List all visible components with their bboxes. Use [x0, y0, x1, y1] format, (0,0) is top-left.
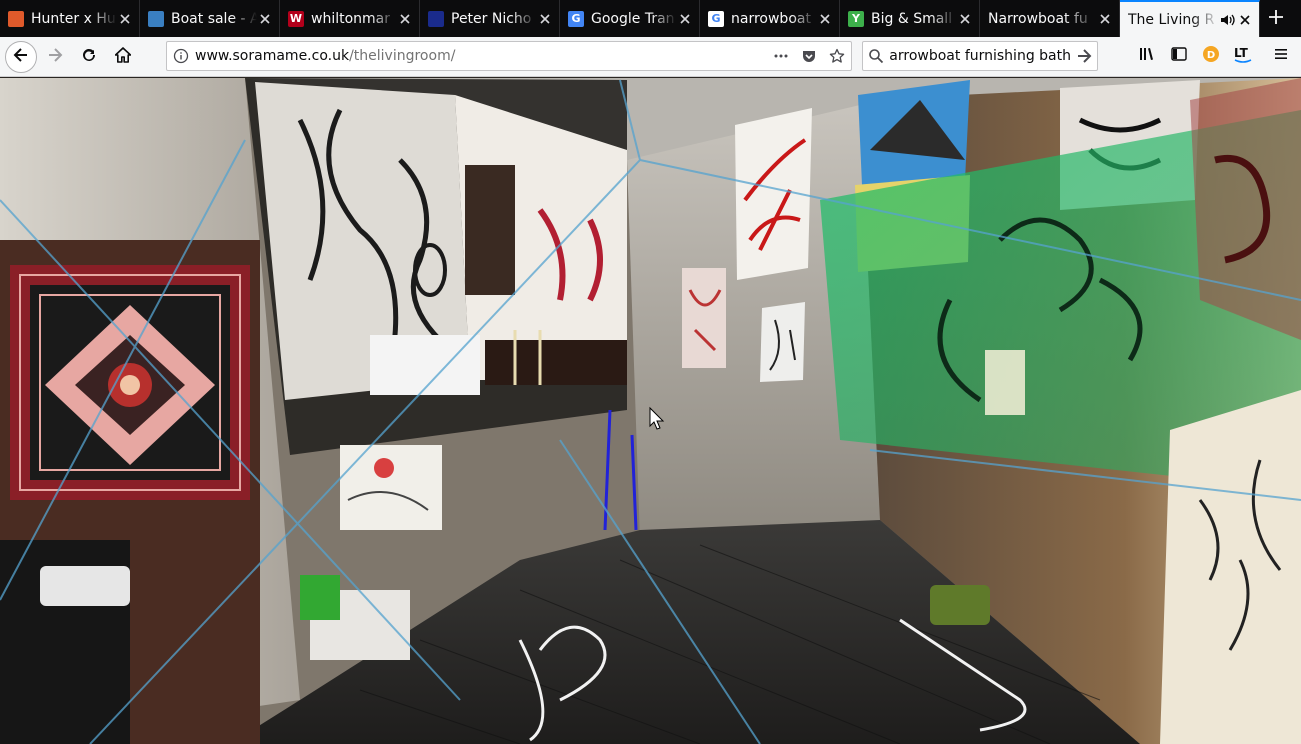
- hamburger-menu-icon: [1273, 46, 1289, 66]
- tab-title: Narrowboat fu: [988, 10, 1088, 27]
- tab-title: Hunter x Hu: [31, 10, 116, 27]
- languagetool-button[interactable]: LT: [1227, 41, 1259, 71]
- svg-text:D: D: [1207, 50, 1215, 61]
- right-painted-panel: [1160, 390, 1301, 744]
- reload-button[interactable]: [73, 41, 105, 73]
- search-input[interactable]: [889, 48, 1071, 64]
- tab-title: Big & Small: [871, 10, 953, 27]
- close-tab-icon[interactable]: [1097, 11, 1113, 27]
- forward-arrow-icon: [47, 47, 63, 67]
- site-info-icon[interactable]: [167, 48, 195, 64]
- close-tab-icon[interactable]: [677, 11, 693, 27]
- webgl-room-viewport[interactable]: [0, 78, 1301, 744]
- speaker-icon[interactable]: [1219, 12, 1235, 28]
- search-go-arrow-icon[interactable]: [1071, 48, 1097, 64]
- tab-4[interactable]: Peter Nicho: [420, 0, 560, 37]
- projector: [40, 566, 130, 606]
- menu-button[interactable]: [1265, 41, 1297, 71]
- tab-title: Google Tran: [591, 10, 675, 27]
- extension-coin-icon: D: [1202, 45, 1220, 67]
- url-bar[interactable]: www.soramame.co.uk/thelivingroom/: [166, 41, 852, 71]
- back-arrow-icon: [13, 47, 29, 67]
- reload-icon: [81, 47, 97, 67]
- close-tab-icon[interactable]: [1237, 12, 1253, 28]
- sidebar-button[interactable]: [1163, 41, 1195, 71]
- navigation-toolbar: www.soramame.co.uk/thelivingroom/ narrow…: [0, 37, 1301, 77]
- back-button[interactable]: [5, 40, 37, 73]
- tab-8[interactable]: Narrowboat fu: [980, 0, 1120, 37]
- url-host: www.soramame.co.uk: [195, 48, 350, 64]
- projected-photo-panel: [245, 78, 627, 455]
- tab-2[interactable]: Boat sale - A: [140, 0, 280, 37]
- library-button[interactable]: [1131, 41, 1163, 71]
- tab-9[interactable]: The Living R: [1120, 0, 1260, 37]
- y-logo-icon: Y: [848, 10, 864, 27]
- close-tab-icon[interactable]: [117, 11, 133, 27]
- tapestry: [10, 265, 250, 500]
- url-text[interactable]: www.soramame.co.uk/thelivingroom/: [195, 48, 767, 64]
- room-scene[interactable]: [0, 78, 1301, 744]
- search-bar[interactable]: [862, 41, 1098, 71]
- forward-button[interactable]: [39, 41, 71, 73]
- search-icon: [863, 48, 889, 64]
- close-tab-icon[interactable]: [537, 11, 553, 27]
- page-actions-icon[interactable]: [767, 48, 795, 64]
- sidebar-icon: [1171, 46, 1187, 66]
- library-icon: [1139, 46, 1155, 66]
- svg-text:LT: LT: [1234, 46, 1249, 60]
- boat-icon: [148, 10, 164, 27]
- close-tab-icon[interactable]: [397, 11, 413, 27]
- tab-7[interactable]: Y Big & Small: [840, 0, 980, 37]
- new-tab-button[interactable]: [1260, 0, 1292, 37]
- close-tab-icon[interactable]: [817, 11, 833, 27]
- flag-icon: [428, 10, 444, 27]
- toolbar-right-group: D LT: [1131, 41, 1301, 71]
- tab-title: narrowboat: [731, 10, 811, 27]
- tab-title: whiltonmar: [311, 10, 391, 27]
- url-path: /thelivingroom/: [349, 48, 456, 64]
- tab-5[interactable]: G Google Tran: [560, 0, 700, 37]
- tab-3[interactable]: Wwhiltonmar: [280, 0, 420, 37]
- close-tab-icon[interactable]: [957, 11, 973, 27]
- w-logo-icon: W: [288, 10, 304, 27]
- tab-1[interactable]: Hunter x Hu: [0, 0, 140, 37]
- tab-title: The Living R: [1128, 11, 1215, 28]
- green-pillow: [930, 585, 990, 625]
- tab-strip: Hunter x Hu Boat sale - A Wwhiltonmar Peter…: [0, 0, 1301, 37]
- plus-icon: [1268, 6, 1284, 31]
- tab-6[interactable]: Gnarrowboat: [700, 0, 840, 37]
- languagetool-icon: LT: [1233, 45, 1253, 67]
- leaf-icon: [8, 10, 24, 27]
- bookmark-star-icon[interactable]: [823, 48, 851, 64]
- translate-icon: G: [568, 10, 584, 27]
- close-tab-icon[interactable]: [257, 11, 273, 27]
- tab-title: Boat sale - A: [171, 10, 257, 27]
- tab-title: Peter Nicho: [451, 10, 532, 27]
- extension-button[interactable]: D: [1195, 41, 1227, 71]
- home-button[interactable]: [107, 41, 139, 73]
- home-icon: [114, 46, 132, 67]
- google-icon: G: [708, 10, 724, 27]
- pocket-icon[interactable]: [795, 48, 823, 64]
- green-box: [300, 575, 340, 620]
